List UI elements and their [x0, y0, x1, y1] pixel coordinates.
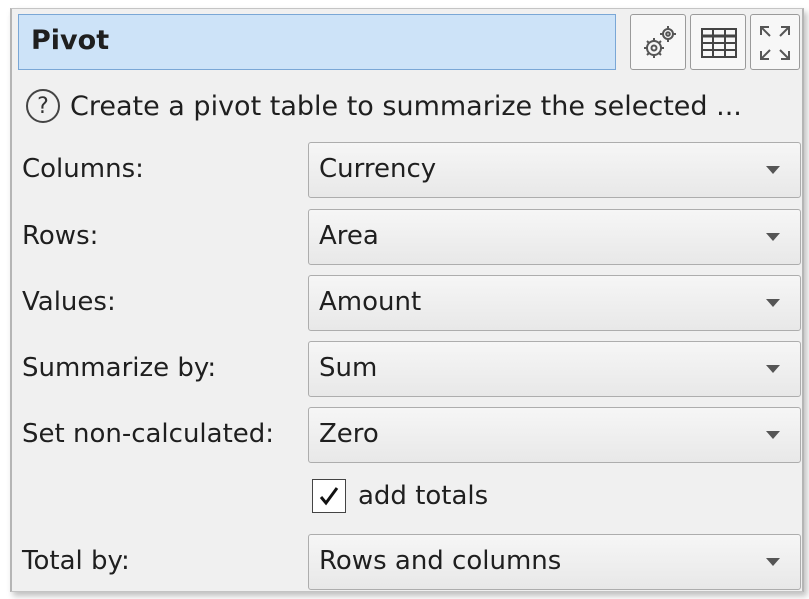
values-value: Amount — [319, 287, 422, 317]
columns-dropdown[interactable]: Currency — [308, 142, 801, 198]
table-view-icon — [701, 28, 737, 58]
chevron-down-icon — [766, 558, 780, 566]
summarize-by-dropdown[interactable]: Sum — [308, 341, 801, 397]
columns-label: Columns: — [22, 154, 144, 184]
rows-dropdown[interactable]: Area — [308, 209, 801, 265]
chevron-down-icon — [766, 166, 780, 174]
help-text: Create a pivot table to summarize the se… — [70, 90, 742, 122]
chevron-down-icon — [766, 431, 780, 439]
help-icon[interactable]: ? — [26, 89, 60, 123]
chevron-down-icon — [766, 233, 780, 241]
columns-value: Currency — [319, 154, 437, 184]
rows-value: Area — [319, 221, 379, 251]
rows-label: Rows: — [22, 221, 99, 251]
add-totals-checkbox[interactable] — [312, 479, 346, 513]
set-non-calculated-label: Set non-calculated: — [22, 419, 275, 449]
values-dropdown[interactable]: Amount — [308, 275, 801, 331]
summarize-by-label: Summarize by: — [22, 353, 217, 383]
title-bar: Pivot — [18, 14, 616, 70]
chevron-down-icon — [766, 299, 780, 307]
add-totals-label[interactable]: add totals — [358, 481, 488, 511]
values-label: Values: — [22, 287, 116, 317]
table-view-button[interactable] — [690, 14, 746, 70]
set-non-calculated-value: Zero — [319, 419, 379, 449]
settings-gears-icon — [644, 26, 676, 58]
set-non-calculated-dropdown[interactable]: Zero — [308, 407, 801, 463]
settings-button[interactable] — [630, 14, 686, 70]
total-by-dropdown[interactable]: Rows and columns — [308, 534, 801, 590]
maximize-button[interactable] — [750, 14, 800, 70]
total-by-value: Rows and columns — [319, 546, 562, 576]
chevron-down-icon — [766, 365, 780, 373]
checkmark-icon — [319, 487, 339, 506]
help-row: ? Create a pivot table to summarize the … — [26, 84, 742, 128]
summarize-by-value: Sum — [319, 353, 378, 383]
panel-title: Pivot — [31, 25, 110, 56]
total-by-label: Total by: — [22, 546, 130, 576]
add-totals-row: add totals — [312, 474, 488, 518]
maximize-icon — [760, 26, 790, 60]
